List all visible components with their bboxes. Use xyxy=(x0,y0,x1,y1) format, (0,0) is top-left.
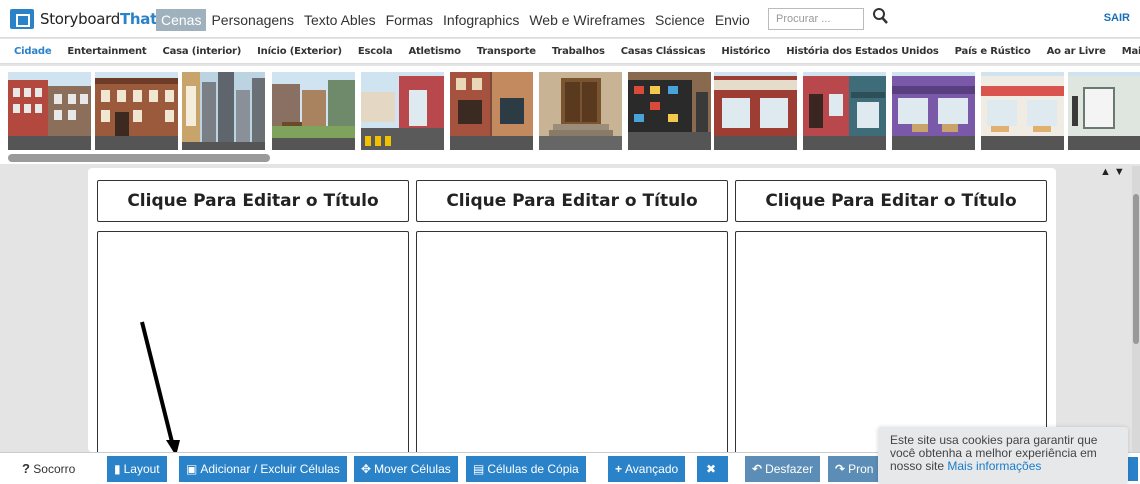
scene-thumbnail[interactable] xyxy=(8,72,91,150)
storyboardthat-logo[interactable]: StoryboardThat xyxy=(10,9,157,29)
nav-formas[interactable]: Formas xyxy=(381,9,438,31)
storyboard-cell-1[interactable] xyxy=(97,231,409,455)
zoom-arrows[interactable]: ▲▼ xyxy=(1100,166,1128,178)
category-atletismo[interactable]: Atletismo xyxy=(400,46,468,57)
nav-cenas[interactable]: Cenas xyxy=(156,9,207,31)
scene-thumbnail[interactable] xyxy=(628,72,711,150)
nav-web-wireframes[interactable]: Web e Wireframes xyxy=(524,9,650,31)
expand-icon: ✖ xyxy=(706,462,717,476)
storyboard-cell-3[interactable] xyxy=(735,231,1047,455)
scene-strip-scrollbar[interactable] xyxy=(0,152,1140,164)
plus-icon: + xyxy=(615,462,623,476)
category-casa-interior[interactable]: Casa (interior) xyxy=(154,46,249,57)
category-casas-classicas[interactable]: Casas Clássicas xyxy=(613,46,714,57)
category-pais-rustico[interactable]: País e Rústico xyxy=(947,46,1039,57)
category-entertainment[interactable]: Entertainment xyxy=(59,46,154,57)
scene-thumbnail[interactable] xyxy=(803,72,886,150)
advanced-button[interactable]: + Avançado xyxy=(608,456,687,482)
storyboard-workspace: Clique Para Editar o Título Clique Para … xyxy=(0,164,1140,455)
logo-icon xyxy=(10,9,34,29)
cell-title-2[interactable]: Clique Para Editar o Título xyxy=(416,180,728,222)
category-trabalhos[interactable]: Trabalhos xyxy=(544,46,613,57)
scene-thumbnail[interactable] xyxy=(1068,72,1140,150)
category-inicio-exterior[interactable]: Início (Exterior) xyxy=(249,46,350,57)
main-nav: Cenas Personagens Texto Ables Formas Inf… xyxy=(156,9,755,31)
layout-button[interactable]: ▮ Layout xyxy=(107,456,168,482)
category-transporte[interactable]: Transporte xyxy=(469,46,544,57)
scene-thumbnail[interactable] xyxy=(182,72,265,150)
move-icon: ✥ xyxy=(361,462,372,476)
storyboard-canvas: Clique Para Editar o Título Clique Para … xyxy=(88,168,1056,455)
scrollbar-thumb[interactable] xyxy=(8,154,270,162)
toolbar-edge-button[interactable] xyxy=(1128,457,1138,481)
move-cells-button[interactable]: ✥ Mover Células xyxy=(354,456,459,482)
search-input[interactable]: Procurar ... xyxy=(768,8,864,30)
scene-thumbnail[interactable] xyxy=(539,72,622,150)
logout-link[interactable]: SAIR xyxy=(1104,12,1130,24)
fullscreen-button[interactable]: ✖ xyxy=(697,456,730,482)
nav-science[interactable]: Science xyxy=(650,9,710,31)
scene-thumbnail[interactable] xyxy=(361,72,444,150)
scene-thumbnail[interactable] xyxy=(450,72,533,150)
category-historico[interactable]: Histórico xyxy=(713,46,778,57)
question-icon: ? xyxy=(22,461,30,476)
nav-texto-ables[interactable]: Texto Ables xyxy=(299,9,381,31)
nav-personagens[interactable]: Personagens xyxy=(206,9,299,31)
nav-infographics[interactable]: Infographics xyxy=(438,9,524,31)
redo-button[interactable]: ↷ Pron xyxy=(828,456,882,482)
copy-icon: ▤ xyxy=(473,462,485,476)
scrollbar-thumb[interactable] xyxy=(1133,194,1139,344)
copy-cells-button[interactable]: ▤ Células de Cópia xyxy=(466,456,587,482)
category-ao-ar-livre[interactable]: Ao ar Livre xyxy=(1039,46,1114,57)
redo-icon: ↷ xyxy=(835,462,846,476)
scene-thumbnail[interactable] xyxy=(95,72,178,150)
more-info-link[interactable]: Mais informações xyxy=(947,459,1041,473)
scene-thumbnail[interactable] xyxy=(892,72,975,150)
scene-thumbnail[interactable] xyxy=(714,72,797,150)
nav-envio[interactable]: Envio xyxy=(710,9,755,31)
layout-icon: ▮ xyxy=(114,462,121,476)
help-button[interactable]: ? Socorro xyxy=(22,461,75,476)
category-mais-dropdown[interactable]: Mais xyxy=(1114,46,1140,57)
undo-icon: ↶ xyxy=(752,462,763,476)
category-historia-eua[interactable]: História dos Estados Unidos xyxy=(778,46,946,57)
add-cells-icon: ▣ xyxy=(186,462,198,476)
scene-category-bar: Cidade Entertainment Casa (interior) Iní… xyxy=(0,39,1140,64)
cell-title-1[interactable]: Clique Para Editar o Título xyxy=(97,180,409,222)
undo-button[interactable]: ↶ Desfazer xyxy=(745,456,822,482)
storyboard-cell-2[interactable] xyxy=(416,231,728,455)
workspace-scrollbar[interactable] xyxy=(1132,166,1140,452)
cell-title-3[interactable]: Clique Para Editar o Título xyxy=(735,180,1047,222)
add-remove-cells-button[interactable]: ▣ Adicionar / Excluir Células xyxy=(179,456,348,482)
scene-thumbnail[interactable] xyxy=(272,72,355,150)
cookie-notice: Este site usa cookies para garantir que … xyxy=(878,427,1128,484)
search-icon[interactable] xyxy=(872,6,890,26)
scene-thumbnail-strip xyxy=(0,66,1140,152)
category-escola[interactable]: Escola xyxy=(350,46,401,57)
category-cidade[interactable]: Cidade xyxy=(6,46,59,57)
scene-thumbnail[interactable] xyxy=(981,72,1064,150)
top-navbar: StoryboardThat Cenas Personagens Texto A… xyxy=(0,0,1140,38)
